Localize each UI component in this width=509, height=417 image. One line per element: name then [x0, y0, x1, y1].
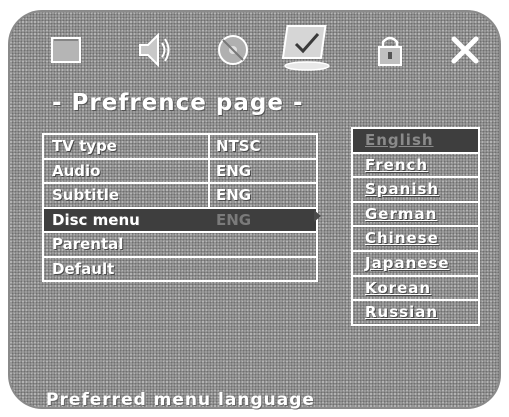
menu-value: NTSC [216, 137, 261, 155]
language-option-french[interactable]: French [353, 154, 478, 179]
settings-menu: TV type NTSC Audio ENG Subtitle ENG Disc… [42, 133, 318, 282]
language-option-russian[interactable]: Russian [353, 301, 478, 326]
language-option-english[interactable]: English [353, 129, 478, 154]
menu-label: Audio [52, 161, 101, 180]
menu-label: Disc menu [52, 210, 140, 229]
menu-label: Parental [52, 235, 124, 253]
osd-panel: - Prefrence page - TV type NTSC Audio EN… [8, 10, 501, 410]
close-icon[interactable] [448, 30, 482, 70]
menu-row-default[interactable]: Default [42, 257, 318, 282]
menu-row-audio[interactable]: Audio ENG [42, 159, 318, 184]
menu-label: Default [52, 259, 115, 278]
submenu-arrow-icon [314, 210, 321, 222]
status-hint: Preferred menu language [46, 390, 315, 410]
language-option-japanese[interactable]: Japanese [353, 252, 478, 277]
page-title: - Prefrence page - [52, 90, 304, 116]
language-option-korean[interactable]: Korean [353, 277, 478, 302]
language-option-spanish[interactable]: Spanish [353, 178, 478, 203]
disc-icon[interactable] [213, 30, 253, 70]
preference-icon[interactable] [280, 22, 334, 72]
menu-value: ENG [216, 186, 252, 204]
icon-bar [8, 10, 501, 80]
menu-label: TV type [52, 137, 117, 155]
menu-value: ENG [216, 210, 252, 229]
speaker-icon[interactable] [131, 30, 173, 70]
language-list: English French Spanish German Chinese Ja… [351, 127, 480, 326]
monitor-icon[interactable] [48, 30, 84, 70]
menu-value: ENG [216, 161, 252, 180]
menu-row-subtitle[interactable]: Subtitle ENG [42, 184, 318, 209]
lock-icon[interactable] [372, 30, 408, 70]
language-option-chinese[interactable]: Chinese [353, 227, 478, 252]
menu-label: Subtitle [52, 186, 120, 204]
menu-row-tv-type[interactable]: TV type NTSC [42, 135, 318, 160]
menu-row-disc-menu[interactable]: Disc menu ENG [42, 208, 318, 233]
menu-row-parental[interactable]: Parental [42, 233, 318, 258]
language-option-german[interactable]: German [353, 203, 478, 228]
